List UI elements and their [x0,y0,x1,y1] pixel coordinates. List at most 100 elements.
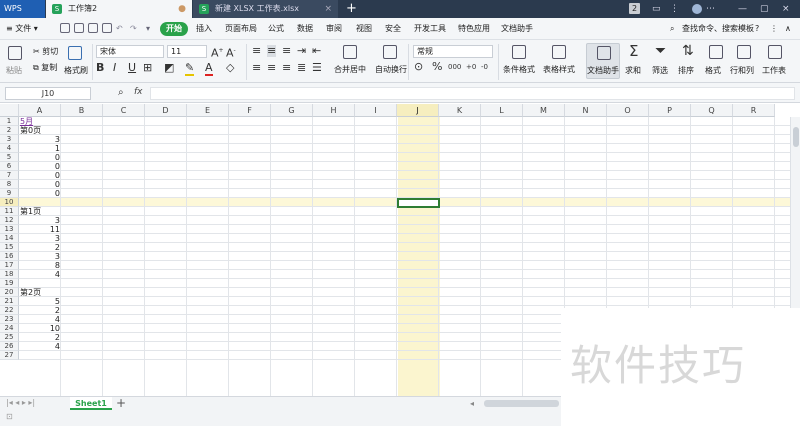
cell-a25[interactable]: 2 [20,333,60,342]
fx-icon[interactable]: fx [134,87,143,97]
close-window-icon[interactable]: × [782,0,790,18]
row-header-24[interactable]: 24 [0,324,19,333]
border-icon[interactable]: ⊞ [143,62,152,74]
row-header-18[interactable]: 18 [0,270,19,279]
column-header-j[interactable]: J [397,104,439,117]
page-count-badge[interactable]: 2 [629,3,640,14]
menu-special[interactable]: 特色应用 [458,22,490,36]
row-header-5[interactable]: 5 [0,153,19,162]
decrease-decimal-icon[interactable]: -0 [481,61,488,73]
cell-a5[interactable]: 0 [20,153,60,162]
row-header-7[interactable]: 7 [0,171,19,180]
search-icon[interactable]: ⌕ [670,22,674,36]
cell-link[interactable]: 5月 [20,117,33,126]
column-header-p[interactable]: P [649,104,691,117]
undo-icon[interactable]: ↶ [116,22,123,36]
align-right-icon[interactable]: ≡ [282,62,291,74]
column-header-c[interactable]: C [103,104,145,117]
column-header-r[interactable]: R [733,104,775,117]
bold-icon[interactable]: B [96,62,104,74]
filter-button[interactable]: 筛选 [652,65,668,76]
merge-center-icon[interactable] [343,45,357,59]
doc-assistant-button[interactable]: 文档助手 [587,65,619,76]
sort-button[interactable]: 排序 [678,65,694,76]
maximize-icon[interactable]: ▢ [760,0,769,18]
cell-a16[interactable]: 3 [20,252,60,261]
menu-doc-assistant[interactable]: 文档助手 [501,22,533,36]
row-header-21[interactable]: 21 [0,297,19,306]
font-grow-icon[interactable]: A+ [211,45,224,60]
justify-icon[interactable]: ≣ [297,62,306,74]
cell-a9[interactable]: 0 [20,189,60,198]
wps-app-tab[interactable]: WPS [0,0,45,18]
paste-button[interactable]: 粘贴 [6,65,22,76]
format-painter-button[interactable]: 格式刷 [64,65,88,76]
column-header-g[interactable]: G [271,104,313,117]
file-menu[interactable]: ≡ 文件 ▾ [6,22,38,36]
skin-icon[interactable]: ▭ [652,0,661,18]
cell-a26[interactable]: 4 [20,342,60,351]
help-icon[interactable]: ? [755,22,759,36]
cell-a7[interactable]: 0 [20,171,60,180]
user-name-icon[interactable]: ⋯ [706,0,715,18]
scroll-thumb[interactable] [793,127,799,147]
percent-icon[interactable]: % [432,61,442,73]
column-header-b[interactable]: B [61,104,103,117]
row-header-17[interactable]: 17 [0,261,19,270]
row-header-23[interactable]: 23 [0,315,19,324]
cell-a6[interactable]: 0 [20,162,60,171]
align-top-icon[interactable]: ≡ [252,45,261,57]
preview-icon[interactable] [102,23,112,33]
worksheet-button[interactable]: 工作表 [762,65,786,76]
sum-icon[interactable]: Σ [629,44,638,59]
macro-icon[interactable]: ⊡ [6,412,13,421]
table-style-icon[interactable] [552,45,566,59]
cell-a8[interactable]: 0 [20,180,60,189]
indent-icon[interactable]: ⇥ [297,45,306,57]
scroll-left-icon[interactable]: ◂ [470,399,474,408]
row-header-12[interactable]: 12 [0,216,19,225]
row-header-4[interactable]: 4 [0,144,19,153]
cell-a11[interactable]: 第1页 [20,207,41,216]
cell-a18[interactable]: 4 [20,270,60,279]
row-header-10[interactable]: 10 [0,198,19,207]
tab-workbook2[interactable]: S 工作簿2 ● [46,0,192,18]
cell-a2[interactable]: 第0页 [20,126,41,135]
conditional-format-button[interactable]: 条件格式 [503,64,535,75]
sheet-tab-sheet1[interactable]: Sheet1 [70,397,112,410]
outdent-icon[interactable]: ⇤ [312,45,321,57]
cell-a21[interactable]: 5 [20,297,60,306]
underline-icon[interactable]: U [128,62,136,74]
collapse-ribbon-icon[interactable]: ∧ [785,22,791,36]
column-header-h[interactable]: H [313,104,355,117]
row-header-11[interactable]: 11 [0,207,19,216]
column-header-a[interactable]: A [19,104,61,117]
tab-new-xlsx[interactable]: S 新建 XLSX 工作表.xlsx × [193,0,338,18]
export-icon[interactable] [74,23,84,33]
cell-a3[interactable]: 3 [20,135,60,144]
row-header-26[interactable]: 26 [0,342,19,351]
row-header-14[interactable]: 14 [0,234,19,243]
minimize-icon[interactable]: — [738,0,747,18]
print-icon[interactable] [88,23,98,33]
row-header-8[interactable]: 8 [0,180,19,189]
column-header-k[interactable]: K [439,104,481,117]
select-all-corner[interactable] [0,104,19,117]
row-header-19[interactable]: 19 [0,279,19,288]
avatar[interactable] [692,4,702,14]
align-middle-icon[interactable]: ≡ [267,45,277,57]
row-header-9[interactable]: 9 [0,189,19,198]
column-header-o[interactable]: O [607,104,649,117]
filter-icon[interactable]: ⏷ [655,44,666,58]
column-header-q[interactable]: Q [691,104,733,117]
sheet-nav-icons[interactable]: |◂ ◂ ▸ ▸| [6,398,35,407]
thousands-icon[interactable]: 000 [448,61,461,73]
font-shrink-icon[interactable]: A- [226,45,236,60]
currency-icon[interactable]: ⊙ [414,61,423,73]
format-icon[interactable] [709,45,723,59]
menu-data[interactable]: 数据 [297,22,313,36]
cell-a17[interactable]: 8 [20,261,60,270]
horizontal-scrollbar[interactable] [484,400,559,407]
zoom-icon[interactable]: ⌕ [118,87,124,99]
align-bottom-icon[interactable]: ≡ [282,45,291,57]
